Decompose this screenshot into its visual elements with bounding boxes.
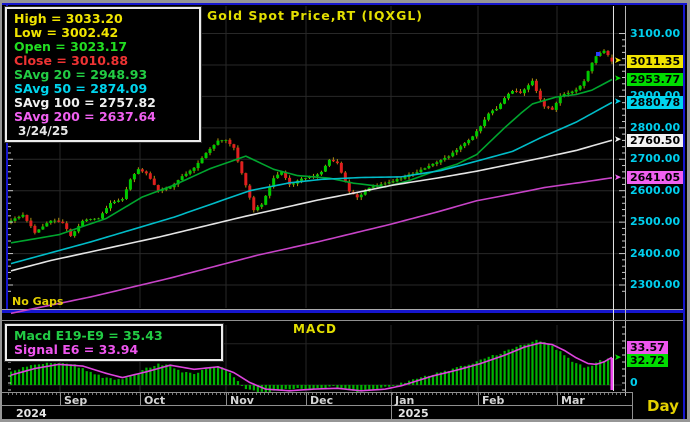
legend-date: 3/24/25 (14, 124, 192, 138)
last-price-badge: 3011.35 (627, 55, 683, 68)
legend-row-savg-200: SAvg 200 = 2637.64 (14, 110, 192, 124)
no-gaps-label: No Gaps (12, 295, 63, 308)
legend-row-macd-e19-e9: Macd E19-E9 = 35.43 (14, 329, 214, 343)
price-legend-box: High = 3033.20Low = 3002.42Open = 3023.1… (5, 7, 201, 142)
price-legend-rows: High = 3033.20Low = 3002.42Open = 3023.1… (14, 12, 192, 124)
month-separator (60, 392, 61, 405)
year-label-2025: 2025 (398, 407, 429, 420)
legend-row-savg-20: SAvg 20 = 2948.93 (14, 68, 192, 82)
date-row-end-sep (632, 392, 633, 419)
badge-arrow: ➤ (614, 57, 622, 66)
interval-day-label: Day (640, 397, 686, 415)
year-separator (391, 405, 392, 419)
month-label-feb: Feb (482, 394, 504, 407)
month-separator (140, 392, 141, 405)
legend-row-savg-100: SAvg 100 = 2757.82 (14, 96, 192, 110)
month-separator (391, 392, 392, 405)
month-separator (557, 392, 558, 405)
macd-zero-label: 0 (630, 377, 638, 389)
badge-arrow: ➤ (614, 75, 622, 84)
macd-legend-rows: Macd E19-E9 = 35.43Signal E6 = 33.94 (14, 329, 214, 357)
chart-window: Gold Spot Price,RT (IQXGL) MACD No Gaps … (0, 0, 690, 422)
macd-panel-top-line (2, 320, 683, 321)
price-axis-label-2700: 2700.00 (630, 153, 680, 165)
month-label-jan: Jan (395, 394, 414, 407)
month-separator (306, 392, 307, 405)
price-axis-label-2600: 2600.00 (630, 185, 680, 197)
month-separator (226, 392, 227, 405)
price-axis-label-2400: 2400.00 (630, 248, 680, 260)
legend-row-signal-e6: Signal E6 = 33.94 (14, 343, 214, 357)
badge-arrow: ➤ (614, 174, 622, 183)
ma-badge-savg-20: 2953.77 (627, 73, 683, 86)
badge-arrow: ➤ (614, 354, 622, 363)
price-axis-label-2500: 2500.00 (630, 216, 680, 228)
ma-badge-savg-200: 2641.05 (627, 171, 683, 184)
macd-signal-badge: 33.57 (627, 341, 668, 354)
legend-row-open: Open = 3023.17 (14, 40, 192, 54)
month-label-dec: Dec (310, 394, 333, 407)
month-label-oct: Oct (144, 394, 165, 407)
badge-arrow: ➤ (614, 136, 622, 145)
month-label-sep: Sep (64, 394, 87, 407)
price-axis-label-2800: 2800.00 (630, 122, 680, 134)
legend-row-low: Low = 3002.42 (14, 26, 192, 40)
date-row-top-line (2, 392, 632, 393)
legend-row-savg-50: SAvg 50 = 2874.09 (14, 82, 192, 96)
ma-badge-savg-50: 2880.78 (627, 96, 683, 109)
macd-value-badge: 32.72 (627, 354, 668, 367)
ma-badge-savg-100: 2760.50 (627, 134, 683, 147)
legend-row-high: High = 3033.20 (14, 12, 192, 26)
price-axis-label-2300: 2300.00 (630, 279, 680, 291)
year-label-2024: 2024 (16, 407, 47, 420)
legend-row-close: Close = 3010.88 (14, 54, 192, 68)
price-marker-dot (596, 52, 600, 56)
month-label-mar: Mar (561, 394, 585, 407)
month-separator (478, 392, 479, 405)
badge-arrow: ➤ (614, 98, 622, 107)
month-label-nov: Nov (230, 394, 254, 407)
price-axis-label-3100: 3100.00 (630, 28, 680, 40)
macd-legend-box: Macd E19-E9 = 35.43Signal E6 = 33.94 (5, 324, 223, 361)
